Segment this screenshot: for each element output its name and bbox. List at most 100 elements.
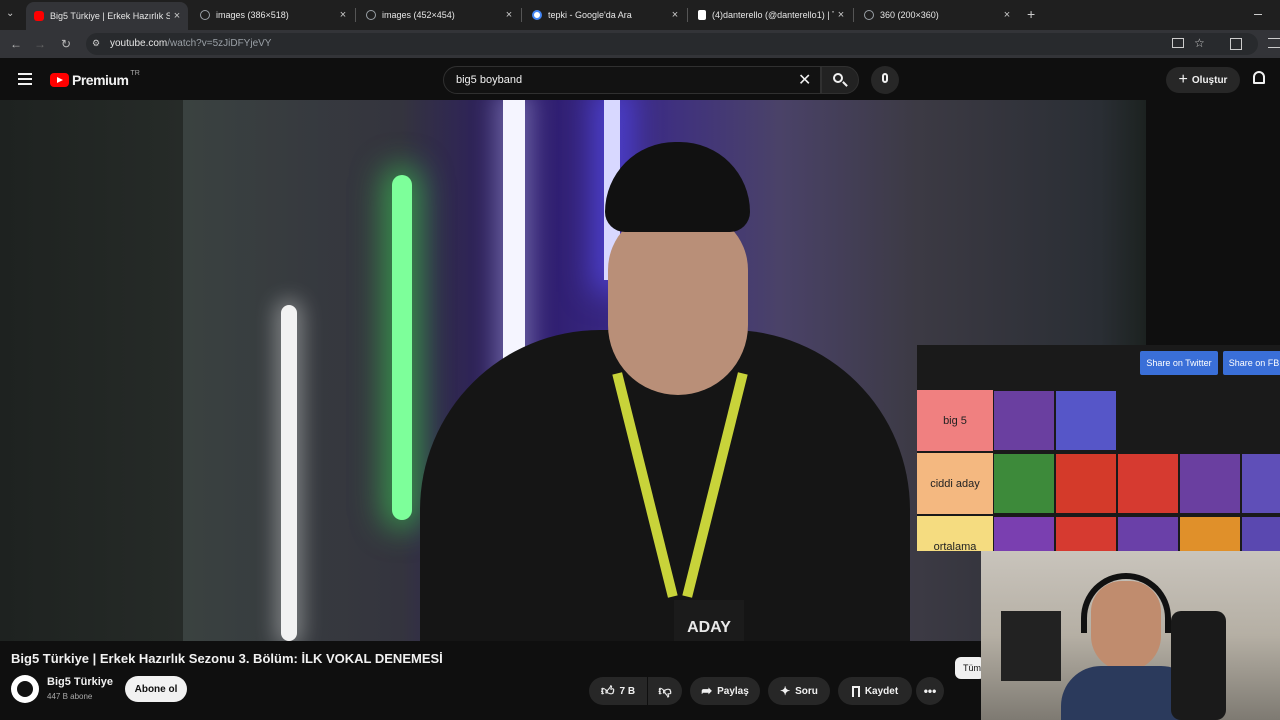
contestant-thumbnail[interactable] [1180, 517, 1240, 551]
close-icon[interactable]: × [834, 9, 848, 21]
youtube-logo[interactable]: Premium TR [50, 70, 140, 88]
forward-arrow-icon[interactable]: → [32, 36, 48, 52]
notifications-bell-icon[interactable] [1253, 71, 1265, 84]
like-count: 7 B [619, 685, 636, 697]
person-face [608, 210, 748, 395]
tier-label: ortalama [917, 516, 993, 551]
browser-toolbar: ← → ↻ ⚙ youtube.com/watch?v=5zJiDFYjeVY … [0, 30, 1280, 58]
contestant-thumbnail[interactable] [1242, 454, 1280, 513]
tab-2[interactable]: images (452×454) × [358, 4, 520, 26]
url-path: /watch?v=5zJiDFYjeVY [167, 38, 272, 49]
tab-title: 360 (200×360) [880, 10, 939, 20]
close-icon[interactable]: × [336, 9, 350, 21]
globe-icon [366, 10, 376, 20]
contestant-thumbnail[interactable] [1118, 454, 1178, 513]
clear-search-icon[interactable]: ✕ [798, 70, 811, 90]
globe-icon [200, 10, 210, 20]
tab-title: (4)danterello (@danterello1) | T… [712, 10, 834, 20]
hamburger-menu-icon[interactable] [18, 73, 32, 85]
search-input[interactable] [454, 73, 788, 87]
left-black-bar [0, 100, 183, 641]
new-tab-button[interactable]: + [1027, 6, 1035, 22]
share-fb-button[interactable]: Share on FB [1223, 351, 1280, 375]
gaming-chair [1171, 611, 1226, 720]
reload-icon[interactable]: ↻ [58, 36, 74, 52]
tier-label: ciddi aday [917, 453, 993, 514]
close-icon[interactable]: × [502, 9, 516, 21]
youtube-header: Premium TR ✕ + Oluştur [0, 58, 1280, 100]
back-arrow-icon[interactable]: ← [8, 36, 24, 52]
ask-button[interactable]: ✦ Soru [768, 677, 830, 705]
tab-1[interactable]: images (386×518) × [192, 4, 354, 26]
person-cap [605, 142, 750, 232]
contestant-thumbnail[interactable] [1180, 454, 1240, 513]
name-badge: ADAY [674, 600, 744, 641]
more-actions-button[interactable]: ••• [916, 677, 944, 705]
like-button[interactable]: 👍︎ 7 B [589, 677, 647, 705]
tiktok-icon [698, 10, 706, 20]
monitor [1001, 611, 1061, 681]
contestant-thumbnail[interactable] [994, 391, 1054, 450]
channel-avatar[interactable] [11, 675, 39, 703]
create-label: Oluştur [1191, 74, 1228, 86]
extensions-icon[interactable] [1230, 38, 1242, 50]
subscribe-button[interactable]: Abone ol [125, 676, 187, 702]
channel-name[interactable]: Big5 Türkiye [47, 676, 113, 688]
tier-label: big 5 [917, 390, 993, 451]
white-light-tube [281, 305, 297, 641]
contestant-thumbnail[interactable] [1118, 517, 1178, 551]
thumbs-down-icon: 👎︎ [658, 683, 672, 698]
share-arrow-icon: ➦ [701, 683, 713, 698]
contestant-thumbnail[interactable] [1056, 391, 1116, 450]
dislike-button[interactable]: 👎︎ [648, 677, 682, 705]
close-icon[interactable]: × [1000, 9, 1014, 21]
plus-icon: + [1178, 71, 1188, 88]
contestant-thumbnail[interactable] [1056, 517, 1116, 551]
globe-icon [864, 10, 874, 20]
menu-icon[interactable] [1268, 38, 1280, 48]
site-settings-icon[interactable]: ⚙ [92, 38, 100, 49]
share-label: Paylaş [717, 685, 749, 697]
contestant-thumbnail[interactable] [1056, 454, 1116, 513]
url-text: youtube.com/watch?v=5zJiDFYjeVY [110, 38, 271, 49]
microphone-icon [882, 73, 888, 83]
browser-tab-bar: ⌄ Big5 Türkiye | Erkek Hazırlık Se… × im… [0, 0, 1280, 30]
address-bar[interactable]: ⚙ youtube.com/watch?v=5zJiDFYjeVY ☆ [86, 33, 1258, 55]
tier-list-overlay: Share on Twitter Share on FB big 5 ciddi… [917, 345, 1280, 551]
close-icon[interactable]: × [668, 9, 682, 21]
tab-separator [853, 8, 854, 22]
bookmark-icon [851, 685, 860, 697]
contestant-thumbnail[interactable] [994, 517, 1054, 551]
tab-4[interactable]: (4)danterello (@danterello1) | T… × [690, 4, 852, 26]
tab-3[interactable]: tepki - Google'da Ara × [524, 4, 686, 26]
create-button[interactable]: + Oluştur [1166, 67, 1240, 93]
tab-5[interactable]: 360 (200×360) × [856, 4, 1018, 26]
sparkle-icon: ✦ [780, 684, 791, 698]
star-icon[interactable]: ☆ [1194, 36, 1205, 50]
save-label: Kaydet [864, 685, 899, 697]
minimize-icon[interactable] [1254, 14, 1262, 15]
webcam-overlay [981, 551, 1280, 720]
youtube-favicon-icon [34, 11, 44, 21]
tier-row-ortalama: ortalama [917, 516, 1280, 551]
tab-search-menu[interactable]: ⌄ [6, 8, 14, 19]
tab-0[interactable]: Big5 Türkiye | Erkek Hazırlık Se… × [26, 2, 188, 30]
ask-label: Soru [795, 685, 818, 697]
tier-row-big5: big 5 [917, 390, 1280, 451]
video-title: Big5 Türkiye | Erkek Hazırlık Sezonu 3. … [11, 651, 443, 666]
search-button[interactable] [821, 66, 859, 94]
tab-separator [521, 8, 522, 22]
save-button[interactable]: Kaydet [838, 677, 912, 705]
green-light-tube [392, 175, 412, 520]
share-button[interactable]: ➦ Paylaş [690, 677, 760, 705]
close-icon[interactable]: × [170, 10, 184, 22]
google-icon [532, 10, 542, 20]
tab-title: images (452×454) [382, 10, 455, 20]
voice-search-button[interactable] [871, 66, 899, 94]
tab-title: tepki - Google'da Ara [548, 10, 632, 20]
thumbs-up-icon: 👍︎ [600, 683, 615, 698]
share-twitter-button[interactable]: Share on Twitter [1140, 351, 1218, 375]
contestant-thumbnail[interactable] [1242, 517, 1280, 551]
cast-icon[interactable] [1172, 38, 1184, 48]
contestant-thumbnail[interactable] [994, 454, 1054, 513]
